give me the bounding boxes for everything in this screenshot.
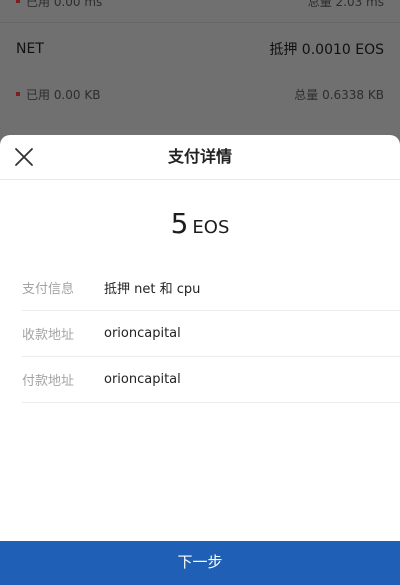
- info-row-receiver-address: 收款地址 orioncapital: [22, 311, 400, 357]
- payment-info-list: 支付信息 抵押 net 和 cpu 收款地址 orioncapital 付款地址…: [0, 265, 400, 403]
- amount-value: 5: [170, 207, 189, 240]
- payment-details-sheet: 支付详情 5 EOS 支付信息 抵押 net 和 cpu 收款地址 orionca…: [0, 135, 400, 585]
- info-value: orioncapital: [104, 326, 181, 341]
- net-stake-text: 抵押 0.0010 EOS: [269, 42, 384, 58]
- info-label: 付款地址: [22, 374, 75, 389]
- net-label: NET: [16, 41, 44, 57]
- bullet-icon: [16, 0, 20, 3]
- net-usage-row: 已用 0.00 KB 总量 0.6338 KB: [0, 84, 400, 104]
- amount-unit: EOS: [192, 217, 230, 238]
- divider: [0, 22, 400, 23]
- net-total-text: 总量 0.6338 KB: [294, 87, 384, 102]
- info-label: 支付信息: [22, 282, 75, 297]
- sheet-header: 支付详情: [0, 135, 400, 180]
- cpu-usage-row: 已用 0.00 ms 总量 2.03 ms: [0, 0, 400, 10]
- cpu-total-text: 总量 2.03 ms: [307, 0, 384, 9]
- sheet-title: 支付详情: [167, 147, 232, 166]
- payment-amount: 5 EOS: [0, 207, 400, 240]
- next-step-button[interactable]: 下一步: [0, 541, 400, 585]
- cpu-used-text: 已用 0.00 ms: [26, 0, 103, 9]
- net-row: NET 抵押 0.0010 EOS: [0, 36, 400, 62]
- info-label: 收款地址: [22, 328, 75, 343]
- info-row-payer-address: 付款地址 orioncapital: [22, 357, 400, 403]
- net-used-text: 已用 0.00 KB: [26, 87, 101, 102]
- info-value: 抵押 net 和 cpu: [104, 282, 201, 297]
- background-resource-panel: 已用 0.00 ms 总量 2.03 ms NET 抵押 0.0010 EOS …: [0, 0, 400, 135]
- info-row-payment-info: 支付信息 抵押 net 和 cpu: [22, 265, 400, 311]
- bullet-icon: [16, 92, 20, 96]
- info-value: orioncapital: [104, 372, 181, 387]
